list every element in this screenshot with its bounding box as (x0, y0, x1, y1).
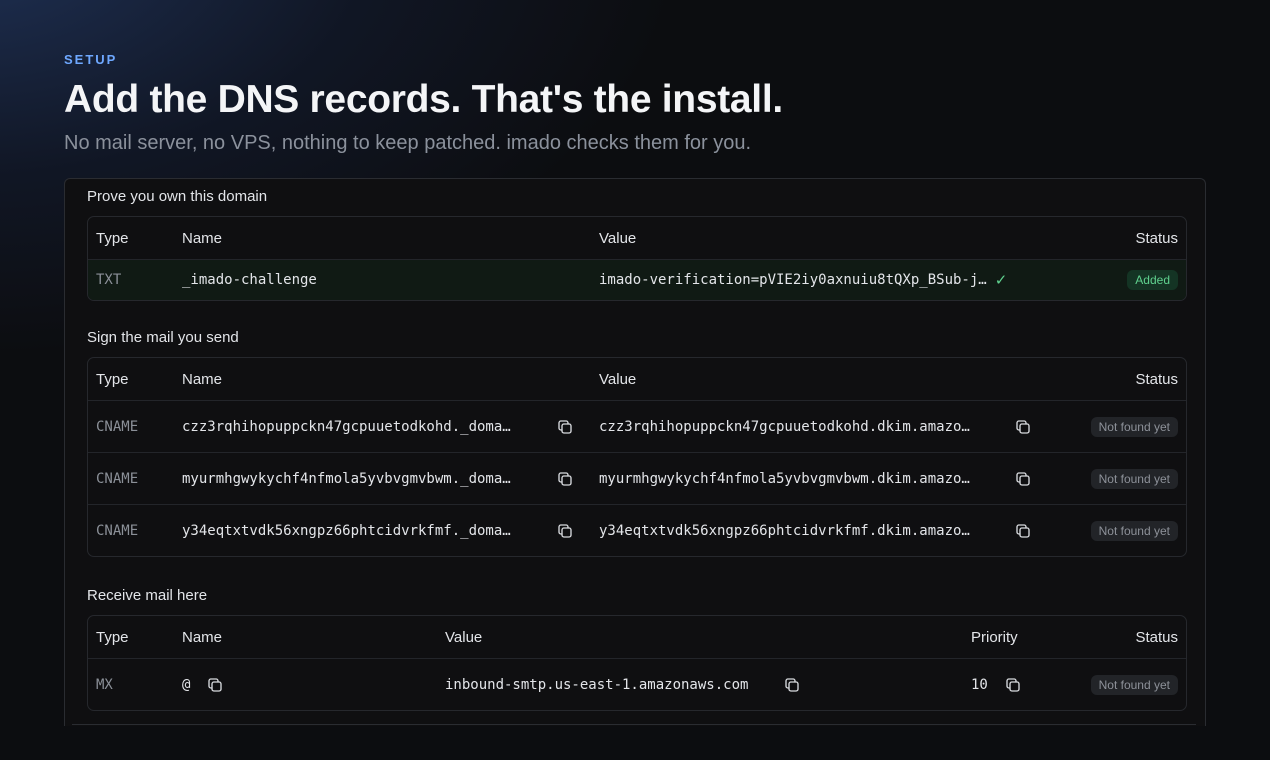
copy-value-button[interactable] (783, 659, 801, 710)
section-title-verify: Prove you own this domain (87, 188, 268, 205)
check-icon: ✓ (994, 272, 1008, 289)
column-header-value: Value (599, 229, 637, 247)
column-header-type: Type (96, 628, 129, 646)
table-row: CNAME czz3rqhihopuppckn47gcpuuetodkohd._… (88, 400, 1186, 452)
record-value-cell: myurmhgwykychf4nfmola5yvbvgmvbwm.dkim.am… (599, 453, 999, 504)
copy-name-button[interactable] (556, 505, 574, 556)
table-row: MX @ inbound-smtp.us-east-1.amazonaws.co… (88, 658, 1186, 710)
copy-icon[interactable] (556, 470, 574, 488)
table-header-row: Type Name Value Status (88, 358, 1186, 400)
mx-table: Type Name Value Priority Status MX @ inb… (87, 615, 1187, 711)
record-type: TXT (96, 272, 122, 288)
record-name-cell: myurmhgwykychf4nfmola5yvbvgmvbwm._doma… (182, 453, 582, 504)
record-name-cell: y34eqtxtvdk56xngpz66phtcidvrkfmf._doma… (182, 505, 582, 556)
dkim-table: Type Name Value Status CNAME czz3rqhihop… (87, 357, 1187, 557)
column-header-value: Value (445, 628, 483, 646)
copy-icon[interactable] (1004, 676, 1022, 694)
record-name[interactable]: @ (182, 659, 190, 710)
copy-icon[interactable] (1014, 470, 1032, 488)
table-header-row: Type Name Value Priority Status (88, 616, 1186, 658)
record-name[interactable]: _imado-challenge (182, 260, 317, 300)
table-header-row: Type Name Value Status (88, 217, 1186, 259)
copy-icon[interactable] (1014, 418, 1032, 436)
eyebrow-label: SETUP (64, 52, 118, 67)
section-title-mx: Receive mail here (87, 587, 208, 604)
record-priority[interactable]: 10 (971, 659, 988, 710)
copy-name-button[interactable] (556, 453, 574, 504)
copy-icon[interactable] (206, 676, 224, 694)
verify-table: Type Name Value Status TXT _imado-challe… (87, 216, 1187, 301)
record-type: CNAME (96, 470, 139, 487)
copy-icon[interactable] (783, 676, 801, 694)
column-header-name: Name (182, 370, 223, 388)
status-badge: Not found yet (1090, 468, 1178, 489)
card-bottom-divider (72, 724, 1196, 725)
record-value-cell: y34eqtxtvdk56xngpz66phtcidvrkfmf.dkim.am… (599, 505, 999, 556)
status-cell: Not found yet (1090, 659, 1178, 710)
column-header-value: Value (599, 370, 637, 388)
record-value[interactable]: inbound-smtp.us-east-1.amazonaws.com (445, 659, 748, 710)
column-header-status: Status (1135, 370, 1178, 388)
record-name[interactable]: y34eqtxtvdk56xngpz66phtcidvrkfmf._doma… (182, 505, 511, 557)
record-value-cell: czz3rqhihopuppckn47gcpuuetodkohd.dkim.am… (599, 401, 999, 452)
record-type: MX (96, 676, 113, 693)
record-name[interactable]: czz3rqhihopuppckn47gcpuuetodkohd._doma… (182, 401, 511, 453)
column-header-priority: Priority (971, 628, 1018, 646)
copy-value-button[interactable] (1014, 453, 1032, 504)
record-name-cell: czz3rqhihopuppckn47gcpuuetodkohd._doma… (182, 401, 582, 452)
copy-priority-button[interactable] (1004, 659, 1022, 710)
page-subtitle: No mail server, no VPS, nothing to keep … (64, 132, 752, 154)
copy-icon[interactable] (556, 522, 574, 540)
copy-icon[interactable] (556, 418, 574, 436)
record-type: CNAME (96, 522, 139, 539)
copy-name-button[interactable] (206, 659, 224, 710)
column-header-name: Name (182, 628, 223, 646)
record-value[interactable]: imado-verification=pVIE2iy0axnuiu8tQXp_B… (599, 260, 987, 301)
column-header-type: Type (96, 370, 129, 388)
status-cell: Not found yet (1090, 505, 1178, 556)
status-badge: Not found yet (1090, 674, 1178, 695)
status-badge: Not found yet (1090, 416, 1178, 437)
status-cell: Not found yet (1090, 453, 1178, 504)
copy-value-button[interactable] (1014, 401, 1032, 452)
table-row: TXT _imado-challenge imado-verification=… (88, 259, 1186, 300)
copy-name-button[interactable] (556, 401, 574, 452)
column-header-status: Status (1135, 628, 1178, 646)
copy-icon[interactable] (1014, 522, 1032, 540)
column-header-status: Status (1135, 229, 1178, 247)
record-name[interactable]: myurmhgwykychf4nfmola5yvbvgmvbwm._doma… (182, 453, 511, 505)
column-header-name: Name (182, 229, 223, 247)
record-value[interactable]: myurmhgwykychf4nfmola5yvbvgmvbwm.dkim.am… (599, 453, 970, 505)
copy-value-button[interactable] (1014, 505, 1032, 556)
section-title-dkim: Sign the mail you send (87, 329, 239, 346)
status-badge: Not found yet (1090, 520, 1178, 541)
dns-records-card: Prove you own this domain Type Name Valu… (64, 178, 1206, 726)
record-value[interactable]: czz3rqhihopuppckn47gcpuuetodkohd.dkim.am… (599, 401, 970, 453)
column-header-type: Type (96, 229, 129, 247)
record-value-cell: imado-verification=pVIE2iy0axnuiu8tQXp_B… (599, 260, 1029, 300)
table-row: CNAME myurmhgwykychf4nfmola5yvbvgmvbwm._… (88, 452, 1186, 504)
status-cell: Not found yet (1090, 401, 1178, 452)
record-type: CNAME (96, 418, 139, 435)
table-row: CNAME y34eqtxtvdk56xngpz66phtcidvrkfmf._… (88, 504, 1186, 556)
status-cell: Added (1127, 260, 1178, 300)
status-badge: Added (1127, 270, 1178, 290)
record-value[interactable]: y34eqtxtvdk56xngpz66phtcidvrkfmf.dkim.am… (599, 505, 970, 557)
page-title: Add the DNS records. That's the install. (64, 78, 783, 121)
